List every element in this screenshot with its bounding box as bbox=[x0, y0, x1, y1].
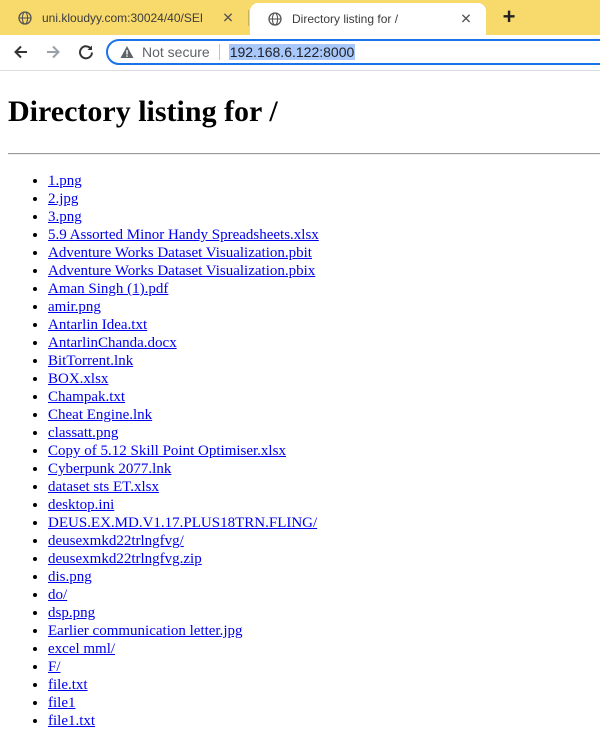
file-link[interactable]: 5.9 Assorted Minor Handy Spreadsheets.xl… bbox=[48, 227, 319, 243]
list-item: file1.txt bbox=[48, 712, 600, 730]
list-item: Earlier communication letter.jpg bbox=[48, 622, 600, 640]
file-link[interactable]: Cyberpunk 2077.lnk bbox=[48, 461, 171, 477]
new-tab-button[interactable]: + bbox=[496, 5, 522, 31]
divider bbox=[8, 153, 600, 155]
globe-icon bbox=[268, 12, 282, 26]
list-item: Champak.txt bbox=[48, 388, 600, 406]
list-item: Antarlin Idea.txt bbox=[48, 316, 600, 334]
list-item: file1 bbox=[48, 694, 600, 712]
tab-inactive[interactable]: uni.kloudyy.com:30024/40/SERCO ✕ bbox=[0, 0, 248, 35]
file-link[interactable]: file.txt bbox=[48, 677, 88, 693]
list-item: 2.jpg bbox=[48, 190, 600, 208]
file-link[interactable]: Copy of 5.12 Skill Point Optimiser.xlsx bbox=[48, 443, 286, 459]
list-item: Cheat Engine.lnk bbox=[48, 406, 600, 424]
list-item: amir.png bbox=[48, 298, 600, 316]
list-item: Copy of 5.12 Skill Point Optimiser.xlsx bbox=[48, 442, 600, 460]
list-item: file.txt bbox=[48, 676, 600, 694]
file-link[interactable]: Champak.txt bbox=[48, 389, 125, 405]
tab-close-icon[interactable]: ✕ bbox=[220, 9, 236, 26]
list-item: excel mml/ bbox=[48, 640, 600, 658]
list-item: deusexmkd22trlngfvg.zip bbox=[48, 550, 600, 568]
file-link[interactable]: Antarlin Idea.txt bbox=[48, 317, 147, 333]
file-link[interactable]: 3.png bbox=[48, 209, 82, 225]
tab-divider bbox=[248, 10, 249, 26]
list-item: dis.png bbox=[48, 568, 600, 586]
list-item: classatt.png bbox=[48, 424, 600, 442]
list-item: F/ bbox=[48, 658, 600, 676]
file-link[interactable]: BOX.xlsx bbox=[48, 371, 108, 387]
list-item: do/ bbox=[48, 586, 600, 604]
warning-icon[interactable] bbox=[120, 45, 134, 59]
tab-strip: uni.kloudyy.com:30024/40/SERCO ✕ Directo… bbox=[0, 0, 600, 35]
tab-title: Directory listing for / bbox=[292, 12, 399, 26]
reload-button[interactable] bbox=[73, 39, 99, 65]
file-link[interactable]: deusexmkd22trlngfvg.zip bbox=[48, 551, 202, 567]
browser-toolbar: Not secure 192.168.6.122:8000 bbox=[0, 35, 600, 71]
file-link[interactable]: file1 bbox=[48, 695, 76, 711]
file-link[interactable]: excel mml/ bbox=[48, 641, 115, 657]
list-item: Cyberpunk 2077.lnk bbox=[48, 460, 600, 478]
file-link[interactable]: dsp.png bbox=[48, 605, 95, 621]
file-link[interactable]: F/ bbox=[48, 659, 61, 675]
globe-icon bbox=[18, 10, 32, 25]
file-link[interactable]: AntarlinChanda.docx bbox=[48, 335, 177, 351]
security-label[interactable]: Not secure bbox=[142, 44, 210, 60]
file-link[interactable]: DEUS.EX.MD.V1.17.PLUS18TRN.FLING/ bbox=[48, 515, 317, 531]
list-item: desktop.ini bbox=[48, 496, 600, 514]
file-link[interactable]: Adventure Works Dataset Visualization.pb… bbox=[48, 245, 312, 261]
file-link[interactable]: deusexmkd22trlngfvg/ bbox=[48, 533, 184, 549]
address-bar[interactable]: Not secure 192.168.6.122:8000 bbox=[106, 39, 600, 65]
arrow-left-icon bbox=[14, 45, 27, 59]
file-link[interactable]: Earlier communication letter.jpg bbox=[48, 623, 243, 639]
list-item: deusexmkd22trlngfvg/ bbox=[48, 532, 600, 550]
list-item: DEUS.EX.MD.V1.17.PLUS18TRN.FLING/ bbox=[48, 514, 600, 532]
forward-button[interactable] bbox=[40, 39, 66, 65]
file-link[interactable]: BitTorrent.lnk bbox=[48, 353, 133, 369]
list-item: Aman Singh (1).pdf bbox=[48, 280, 600, 298]
arrow-right-icon bbox=[47, 45, 60, 59]
page-title: Directory listing for / bbox=[8, 95, 278, 128]
url-text[interactable]: 192.168.6.122:8000 bbox=[228, 44, 356, 60]
list-item: AntarlinChanda.docx bbox=[48, 334, 600, 352]
file-link[interactable]: dis.png bbox=[48, 569, 92, 585]
file-link[interactable]: do/ bbox=[48, 587, 67, 603]
file-link[interactable]: Aman Singh (1).pdf bbox=[48, 281, 168, 297]
file-link[interactable]: amir.png bbox=[48, 299, 101, 315]
list-item: BitTorrent.lnk bbox=[48, 352, 600, 370]
file-link[interactable]: classatt.png bbox=[48, 425, 118, 441]
tab-title: uni.kloudyy.com:30024/40/SERCO bbox=[42, 10, 202, 25]
file-link[interactable]: 2.jpg bbox=[48, 191, 78, 207]
file-link[interactable]: Adventure Works Dataset Visualization.pb… bbox=[48, 263, 315, 279]
file-link[interactable]: Cheat Engine.lnk bbox=[48, 407, 152, 423]
tab-active[interactable]: Directory listing for / ✕ bbox=[250, 3, 486, 35]
file-list: 1.png 2.jpg 3.png 5.9 Assorted Minor Handy … bbox=[8, 172, 600, 730]
file-link[interactable]: 1.png bbox=[48, 173, 82, 189]
list-item: 3.png bbox=[48, 208, 600, 226]
tab-close-icon[interactable]: ✕ bbox=[458, 11, 474, 28]
list-item: Adventure Works Dataset Visualization.pb… bbox=[48, 262, 600, 280]
file-link[interactable]: desktop.ini bbox=[48, 497, 114, 513]
list-item: 5.9 Assorted Minor Handy Spreadsheets.xl… bbox=[48, 226, 600, 244]
file-link[interactable]: file1.txt bbox=[48, 713, 95, 729]
address-divider bbox=[218, 44, 220, 60]
file-link[interactable]: dataset sts ET.xlsx bbox=[48, 479, 159, 495]
list-item: BOX.xlsx bbox=[48, 370, 600, 388]
list-item: 1.png bbox=[48, 172, 600, 190]
list-item: Adventure Works Dataset Visualization.pb… bbox=[48, 244, 600, 262]
back-button[interactable] bbox=[8, 39, 34, 65]
page-content: Directory listing for / 1.png 2.jpg 3.png 5… bbox=[8, 71, 600, 730]
reload-icon bbox=[79, 45, 93, 60]
list-item: dataset sts ET.xlsx bbox=[48, 478, 600, 496]
list-item: dsp.png bbox=[48, 604, 600, 622]
